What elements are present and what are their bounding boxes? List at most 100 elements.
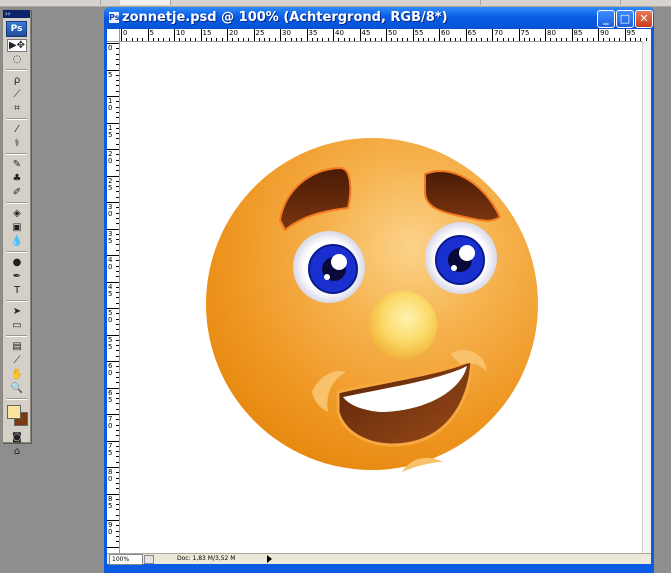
eyedropper-tool-icon[interactable]: ⟋ <box>7 354 27 367</box>
maximize-button[interactable]: □ <box>616 10 634 28</box>
ruler-tick <box>179 38 181 41</box>
brush-tool-icon[interactable]: ✎ <box>7 158 27 171</box>
ruler-tick <box>386 29 387 41</box>
toolbox-divider <box>6 118 27 120</box>
screen-mode-icon[interactable]: ⌂ <box>7 445 27 458</box>
ruler-label: 45 <box>108 282 113 298</box>
ruler-label: 0 <box>108 44 113 52</box>
ruler-tick <box>116 525 119 527</box>
ruler-tick <box>333 29 334 41</box>
ruler-tick <box>391 38 393 41</box>
ruler-tick <box>592 38 594 41</box>
notes-tool-icon[interactable]: ▤ <box>7 340 27 353</box>
ruler-tick <box>560 38 562 41</box>
ruler-tick <box>454 38 456 41</box>
image-canvas[interactable] <box>120 42 643 554</box>
lasso-tool-icon[interactable]: ρ <box>7 74 27 87</box>
doc-size-info: Doc: 1,83 M/3,52 M <box>177 555 236 562</box>
ruler-tick <box>354 38 356 41</box>
healing-brush-tool-icon[interactable]: ⚕ <box>7 137 27 150</box>
ruler-tick <box>423 38 425 41</box>
gradient-tool-icon[interactable]: ▣ <box>7 221 27 234</box>
ruler-label: 5 <box>108 70 113 79</box>
ruler-tick <box>237 38 239 41</box>
ruler-tick <box>582 38 584 41</box>
toolbox-divider <box>6 300 27 302</box>
ruler-tick <box>497 38 499 41</box>
ruler-label: 25 <box>108 176 113 192</box>
ruler-tick <box>116 366 119 368</box>
path-selection-tool-icon[interactable]: ➤ <box>7 305 27 318</box>
clone-stamp-tool-icon[interactable]: ♣ <box>7 172 27 185</box>
photoshop-logo-button[interactable]: Ps <box>6 21 27 37</box>
history-brush-tool-icon[interactable]: ✐ <box>7 186 27 199</box>
minimize-button[interactable]: _ <box>597 10 615 28</box>
dodge-tool-icon[interactable]: ● <box>7 256 27 269</box>
type-tool-icon[interactable]: T <box>7 284 27 297</box>
ruler-tick <box>301 38 303 41</box>
ruler-tick <box>116 48 119 50</box>
foreground-color-swatch[interactable] <box>7 405 21 419</box>
ruler-tick <box>116 350 119 352</box>
ruler-label: 55 <box>414 29 424 37</box>
ruler-tick <box>116 186 119 188</box>
ruler-tick <box>502 38 504 41</box>
close-button[interactable]: ✕ <box>635 10 653 28</box>
ruler-tick <box>116 419 119 421</box>
ruler-tick <box>116 217 119 219</box>
document-icon[interactable]: Ps <box>109 12 119 23</box>
ruler-label: 65 <box>467 29 477 37</box>
ruler-tick <box>587 38 589 41</box>
ruler-tick <box>285 38 287 41</box>
ruler-label: 90 <box>600 29 609 37</box>
horizontal-ruler[interactable]: 0 5 10 15 20 25 30 35 40 45 50 55 60 65 70 75 80 85 90 95 <box>107 29 651 42</box>
ruler-label: 60 <box>108 362 113 377</box>
ruler-tick <box>116 403 119 405</box>
blur-tool-icon[interactable]: 💧 <box>7 235 27 248</box>
ruler-label: 20 <box>229 29 238 37</box>
pen-tool-icon[interactable]: ✒ <box>7 270 27 283</box>
ruler-tick <box>116 339 119 341</box>
shape-tool-icon[interactable]: ▭ <box>7 319 27 332</box>
toolbox-grip[interactable]: ›› <box>3 10 30 18</box>
ruler-tick <box>550 38 552 41</box>
title-bar[interactable]: Ps zonnetje.psd @ 100% (Achtergrond, RGB… <box>104 7 654 29</box>
quick-mask-icon[interactable]: ◙ <box>7 431 27 444</box>
move-tool-icon[interactable]: ▶✥ <box>7 39 27 52</box>
ruler-tick <box>322 38 324 41</box>
zoom-tool-icon[interactable]: 🔍 <box>7 382 27 395</box>
ruler-tick <box>116 541 119 543</box>
ruler-tick <box>116 180 119 182</box>
ruler-tick <box>116 477 119 479</box>
ruler-tick <box>116 159 119 161</box>
document-window: Ps zonnetje.psd @ 100% (Achtergrond, RGB… <box>104 7 654 573</box>
ruler-tick <box>460 38 462 41</box>
ruler-tick <box>116 376 119 378</box>
ruler-label: 40 <box>335 29 344 37</box>
status-arrow-icon[interactable] <box>267 555 272 563</box>
ruler-tick <box>116 509 119 511</box>
ruler-label: 85 <box>573 29 583 37</box>
ruler-tick <box>168 38 170 41</box>
ruler-tick <box>116 90 119 92</box>
vertical-scrollbar[interactable] <box>642 41 651 555</box>
ruler-tick <box>227 29 228 41</box>
ruler-tick <box>116 302 119 304</box>
ruler-tick <box>116 535 119 537</box>
marquee-tool-icon[interactable]: ◌ <box>7 53 27 66</box>
status-menu-icon[interactable] <box>144 555 154 564</box>
ruler-tick <box>370 38 372 41</box>
eraser-tool-icon[interactable]: ◈ <box>7 207 27 220</box>
ruler-origin[interactable] <box>107 29 120 42</box>
window-title: zonnetje.psd @ 100% (Achtergrond, RGB/8*… <box>122 10 448 25</box>
crop-tool-icon[interactable]: ⌗ <box>7 102 27 115</box>
ruler-label: 5 <box>149 29 154 37</box>
magic-wand-tool-icon[interactable]: ⟋ <box>7 88 27 101</box>
ruler-tick <box>407 38 409 41</box>
slice-tool-icon[interactable]: ⁄ <box>7 123 27 136</box>
zoom-field[interactable]: 100% <box>109 554 143 565</box>
toolbox-divider <box>6 69 27 71</box>
hand-tool-icon[interactable]: ✋ <box>7 368 27 381</box>
vertical-ruler[interactable]: 0 5 10 15 20 25 30 35 40 45 50 55 60 65 70 75 80 85 90 <box>107 29 120 564</box>
ruler-label: 45 <box>361 29 371 37</box>
